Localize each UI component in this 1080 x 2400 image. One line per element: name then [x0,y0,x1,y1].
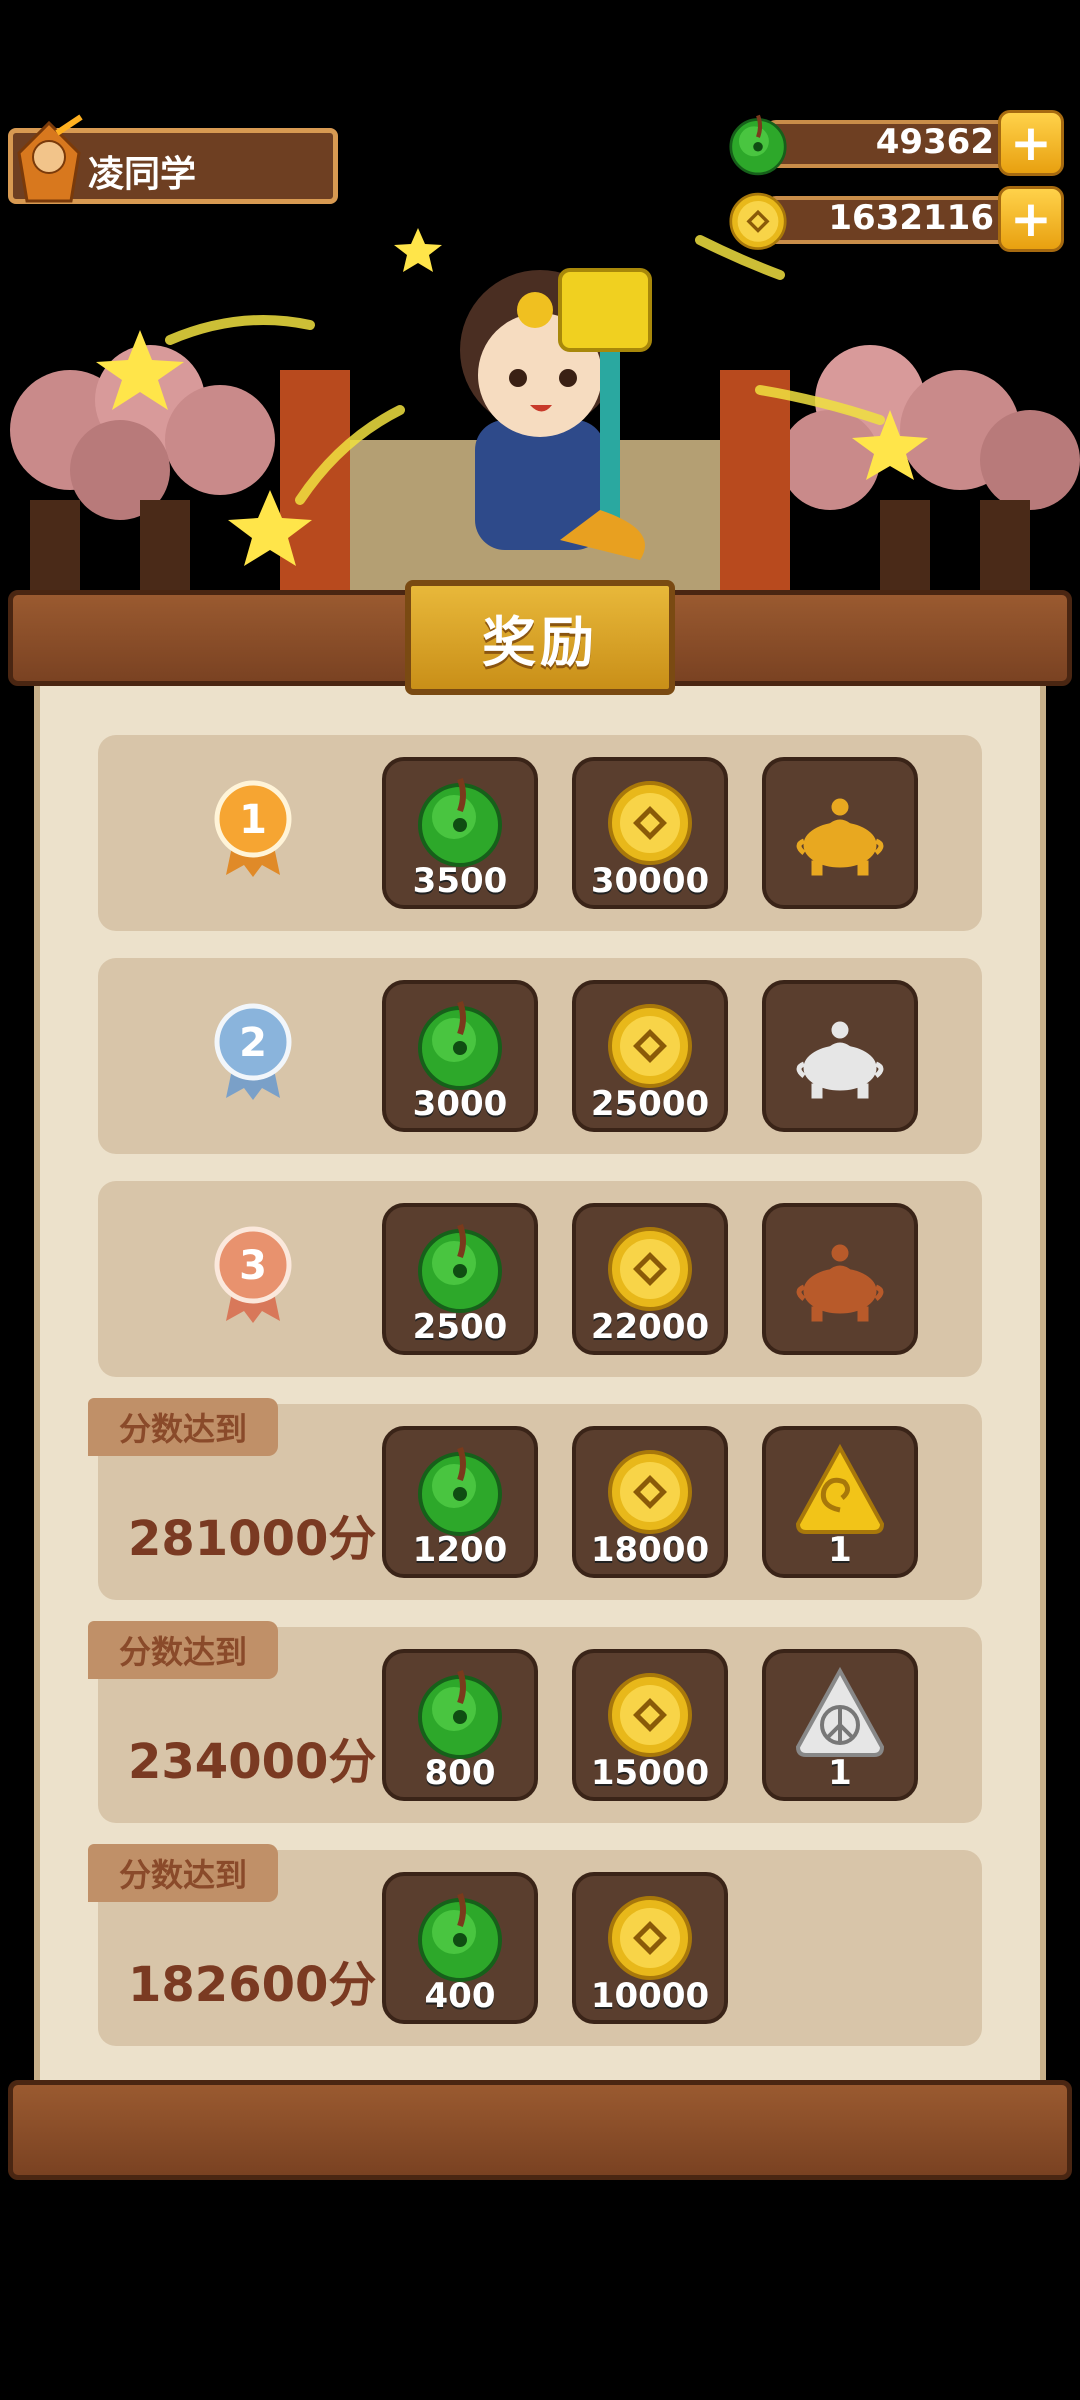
coin-icon [600,771,700,871]
jade-reward-amount: 3000 [412,1084,508,1124]
rank-reward-row-2: 2 3000 25000 [98,958,982,1154]
coin-reward-slot[interactable]: 22000 [572,1203,728,1355]
item-reward-count: 1 [828,1753,852,1793]
jade-icon [410,1886,510,1986]
jade-reward-slot[interactable]: 3500 [382,757,538,909]
gold-medal-icon: 1 [214,780,292,877]
coin-reward-amount: 15000 [590,1753,710,1793]
coin-icon [600,1217,700,1317]
coin-reward-amount: 22000 [590,1307,710,1347]
coin-reward-amount: 18000 [590,1530,710,1570]
score-threshold-value: 182600分 [128,1957,377,2013]
jade-reward-slot[interactable]: 800 [382,1649,538,1801]
coin-reward-slot[interactable]: 30000 [572,757,728,909]
coin-reward-slot[interactable]: 10000 [572,1872,728,2024]
score-threshold-label: 分数达到 [88,1621,278,1679]
coin-reward-slot[interactable]: 15000 [572,1649,728,1801]
jade-icon [410,771,510,871]
add-jade-button[interactable]: + [998,110,1064,176]
svg-text:3: 3 [239,1243,267,1289]
score-threshold-value: 234000分 [128,1734,377,1790]
svg-text:2: 2 [239,1020,267,1066]
score-reward-row-3: 分数达到 182600分 400 10000 [88,1844,982,2046]
svg-text:1: 1 [239,797,267,843]
item-reward-slot[interactable]: 1 [762,1426,918,1578]
jade-icon [410,994,510,1094]
celebration-scene [10,228,1080,590]
jade-counter: 49362 + [724,110,1064,174]
board-bottom-frame [8,2080,1072,2180]
jade-icon [410,1663,510,1763]
player-card[interactable]: 凌同学 [8,114,338,204]
jade-reward-slot[interactable]: 2500 [382,1203,538,1355]
cherry-tree-right-icon [780,345,1080,510]
pillar-right-icon [720,370,790,590]
gold-incense-burner-icon [790,785,890,885]
jade-reward-slot[interactable]: 1200 [382,1426,538,1578]
bronze-incense-burner-icon [790,1231,890,1331]
silver-incense-burner-icon [790,1008,890,1108]
score-threshold-value: 281000分 [128,1511,377,1567]
score-reward-row-2: 分数达到 234000分 800 15000 1 [88,1621,982,1823]
score-reward-row-1: 分数达到 281000分 1200 18000 1 [88,1398,982,1600]
score-threshold-label: 分数达到 [88,1844,278,1902]
rewards-title-plate: 奖励 [405,580,675,695]
jade-reward-amount: 2500 [412,1307,508,1347]
coin-icon [600,994,700,1094]
jade-reward-amount: 1200 [412,1530,508,1570]
item-reward-count: 1 [828,1530,852,1570]
item-reward-slot[interactable] [762,757,918,909]
coin-icon [600,1663,700,1763]
jade-icon [724,110,792,178]
item-reward-slot[interactable] [762,1203,918,1355]
rank-reward-row-1: 1 3500 30000 [98,735,982,931]
coin-icon [600,1886,700,1986]
jade-icon [410,1440,510,1540]
coin-reward-slot[interactable]: 25000 [572,980,728,1132]
jade-reward-slot[interactable]: 400 [382,1872,538,2024]
panel-title: 奖励 [482,611,598,674]
coin-reward-amount: 10000 [590,1976,710,2016]
jade-reward-slot[interactable]: 3000 [382,980,538,1132]
silver-medal-icon: 2 [214,1003,292,1100]
score-threshold-label: 分数达到 [88,1398,278,1456]
coin-reward-amount: 25000 [590,1084,710,1124]
jade-icon [410,1217,510,1317]
peace-token-icon [795,1666,885,1757]
coin-reward-slot[interactable]: 18000 [572,1426,728,1578]
spiral-token-icon [795,1443,885,1534]
rank-reward-row-3: 3 2500 22000 [98,1181,982,1377]
player-avatar-icon [17,114,83,203]
jade-reward-amount: 3500 [412,861,508,901]
bronze-medal-icon: 3 [214,1226,292,1323]
item-reward-slot[interactable] [762,980,918,1132]
jade-reward-amount: 800 [424,1753,496,1793]
jade-amount: 49362 [875,122,994,162]
coin-icon [600,1440,700,1540]
item-reward-slot[interactable]: 1 [762,1649,918,1801]
coin-reward-amount: 30000 [590,861,710,901]
player-name: 凌同学 [88,154,197,195]
jade-reward-amount: 400 [424,1976,496,2016]
